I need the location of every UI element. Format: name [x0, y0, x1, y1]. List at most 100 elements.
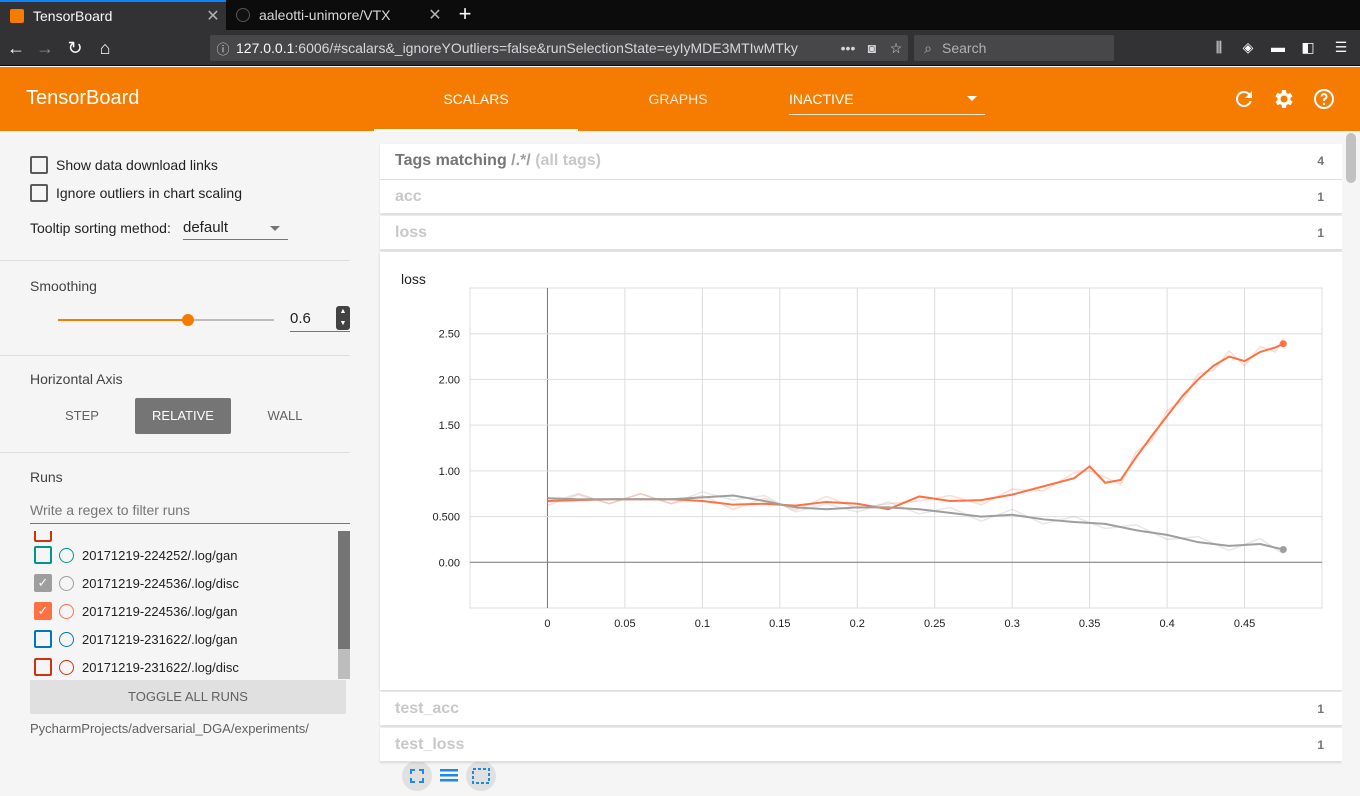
home-icon[interactable]: ⌂ — [93, 36, 117, 60]
run-name: 20171219-224536/.log/disc — [82, 575, 239, 591]
pane-name: test_loss — [395, 736, 465, 753]
toggle-log-scale-button[interactable] — [434, 761, 464, 791]
search-input[interactable]: ⌕ Search — [914, 35, 1114, 61]
run-checkbox[interactable] — [34, 658, 52, 676]
smoothing-value-input[interactable]: 0.6 ▲ ▼ — [290, 306, 350, 332]
ublock-icon[interactable]: ◈ — [1238, 39, 1258, 57]
chevron-down-icon — [270, 226, 280, 231]
settings-gear-icon[interactable] — [1272, 87, 1296, 111]
close-tab-icon[interactable]: ✕ — [200, 6, 226, 26]
tab-scalars[interactable]: SCALARS — [374, 67, 578, 131]
smoothing-value: 0.6 — [290, 310, 311, 327]
sidebar-toggle-icon[interactable]: ◧ — [1298, 39, 1318, 57]
back-icon[interactable]: ← — [4, 36, 28, 60]
tags-count: 4 — [1317, 154, 1324, 168]
pane-loss[interactable]: loss 1 — [380, 216, 1342, 250]
run-name: 20171219-231622/.log/disc — [82, 659, 239, 675]
fit-domain-button[interactable] — [466, 761, 496, 791]
run-checkbox[interactable] — [34, 546, 52, 564]
runs-filter-input[interactable]: Write a regex to filter runs — [30, 502, 350, 524]
fit-to-screen-button[interactable] — [402, 761, 432, 791]
browser-tab-vtx[interactable]: aaleotti-unimore/VTX ✕ — [226, 0, 448, 30]
run-checkbox[interactable] — [34, 531, 52, 542]
y-tick-label: 2.50 — [439, 329, 460, 341]
show-download-links-checkbox[interactable]: Show data download links — [30, 156, 218, 174]
pane-name: loss — [395, 224, 428, 241]
x-tick-label: 0.15 — [769, 618, 790, 630]
tensorboard-header: TensorBoard SCALARS GRAPHS INACTIVE — [0, 67, 1360, 131]
run-color-circle-icon[interactable] — [59, 659, 74, 675]
main-content: Tags matching /.*/ (all tags) 4 acc 1 lo… — [350, 131, 1360, 791]
x-tick-label: 0.25 — [924, 618, 945, 630]
run-color-circle-icon[interactable] — [59, 631, 74, 647]
tooltip-sorting-select[interactable]: default — [183, 219, 288, 240]
refresh-icon[interactable] — [1232, 87, 1256, 111]
show-download-links-label: Show data download links — [56, 157, 218, 173]
page-info-icon[interactable]: ⓘ — [210, 39, 236, 58]
pane-test-acc[interactable]: test_acc 1 — [380, 692, 1342, 726]
reload-icon[interactable]: ↻ — [63, 36, 87, 60]
close-tab-icon[interactable]: ✕ — [422, 5, 448, 25]
log-directory: PycharmProjects/adversarial_DGA/experime… — [30, 721, 309, 736]
x-tick-label: 0.1 — [695, 618, 710, 630]
axis-step-button[interactable]: STEP — [32, 398, 132, 434]
checkbox-box[interactable] — [30, 184, 48, 202]
plot-area — [469, 287, 1323, 609]
new-tab-icon[interactable]: + — [452, 3, 478, 27]
help-icon[interactable] — [1312, 87, 1336, 111]
horizontal-axis-label: Horizontal Axis — [30, 371, 123, 387]
run-color-circle-icon[interactable] — [59, 603, 74, 619]
smoothing-slider-knob[interactable] — [181, 314, 194, 326]
search-placeholder: Search — [942, 40, 987, 56]
run-item[interactable]: ✓ 20171219-224536/.log/disc — [30, 573, 239, 593]
browser-tab-tensorboard[interactable]: TensorBoard ✕ — [0, 0, 226, 30]
app-logo: TensorBoard — [26, 87, 140, 109]
axis-wall-button[interactable]: WALL — [235, 398, 335, 434]
spinner-arrows-icon[interactable]: ▲ ▼ — [336, 306, 350, 330]
url-bar[interactable]: ⓘ 127.0.0.1:6006/#scalars&_ignoreYOutlie… — [210, 35, 908, 61]
runs-scrollbar[interactable] — [338, 531, 350, 679]
loss-chart[interactable]: 0 0.05 0.1 0.15 0.2 0.25 0.3 0.35 0.4 0.45 0.00 0.5… — [380, 252, 1342, 690]
run-checkbox[interactable]: ✓ — [34, 602, 52, 620]
forward-icon[interactable]: → — [33, 36, 57, 60]
library-icon[interactable]: ⫼ — [1209, 39, 1229, 57]
scrollbar-thumb[interactable] — [1346, 133, 1356, 183]
y-tick-label: 2.00 — [439, 374, 460, 386]
pane-test-loss[interactable]: test_loss 1 — [380, 728, 1342, 762]
pane-acc[interactable]: acc 1 — [380, 180, 1342, 214]
run-item-partial — [30, 531, 59, 543]
bookmark-star-icon[interactable]: ☆ — [884, 40, 908, 57]
pane-count: 1 — [1317, 738, 1324, 752]
main-scrollbar[interactable] — [1342, 131, 1360, 768]
crop-frame-icon — [472, 768, 490, 784]
inactive-select-label: INACTIVE — [789, 91, 854, 107]
scrollbar-thumb[interactable] — [338, 531, 350, 649]
toggle-all-runs-button[interactable]: TOGGLE ALL RUNS — [30, 680, 346, 714]
pane-count: 1 — [1317, 190, 1324, 204]
browser-tab-bar: TensorBoard ✕ aaleotti-unimore/VTX ✕ + — [0, 0, 1360, 30]
run-name: 20171219-231622/.log/gan — [82, 631, 238, 647]
run-item[interactable]: 20171219-224252/.log/gan — [30, 545, 237, 565]
menu-icon[interactable]: ☰ — [1331, 39, 1351, 57]
run-checkbox[interactable] — [34, 630, 52, 648]
smoothing-slider[interactable] — [58, 314, 274, 326]
tab-graphs[interactable]: GRAPHS — [578, 67, 778, 131]
run-item[interactable]: 20171219-231622/.log/gan — [30, 629, 237, 649]
extension-icon[interactable]: ▬ — [1268, 39, 1288, 57]
inactive-dashboard-select[interactable]: INACTIVE — [789, 89, 985, 115]
run-color-circle-icon[interactable] — [59, 575, 74, 591]
run-item[interactable]: ✓ 20171219-224536/.log/gan — [30, 601, 237, 621]
x-tick-label: 0.3 — [1005, 618, 1020, 630]
ignore-outliers-checkbox[interactable]: Ignore outliers in chart scaling — [30, 184, 242, 202]
tooltip-sorting-label: Tooltip sorting method: — [30, 220, 171, 236]
tags-matching-header: Tags matching /.*/ (all tags) 4 — [380, 144, 1342, 180]
run-item[interactable]: 20171219-231622/.log/disc — [30, 657, 239, 677]
page-actions-icon[interactable]: ••• — [836, 40, 860, 56]
pocket-icon[interactable]: ◙ — [860, 40, 884, 56]
run-color-circle-icon[interactable] — [59, 547, 74, 563]
x-tick-label: 0.05 — [614, 618, 635, 630]
run-checkbox[interactable]: ✓ — [34, 574, 52, 592]
axis-relative-button[interactable]: RELATIVE — [135, 398, 231, 434]
checkbox-box[interactable] — [30, 156, 48, 174]
sidebar: Show data download links Ignore outliers… — [0, 131, 350, 768]
